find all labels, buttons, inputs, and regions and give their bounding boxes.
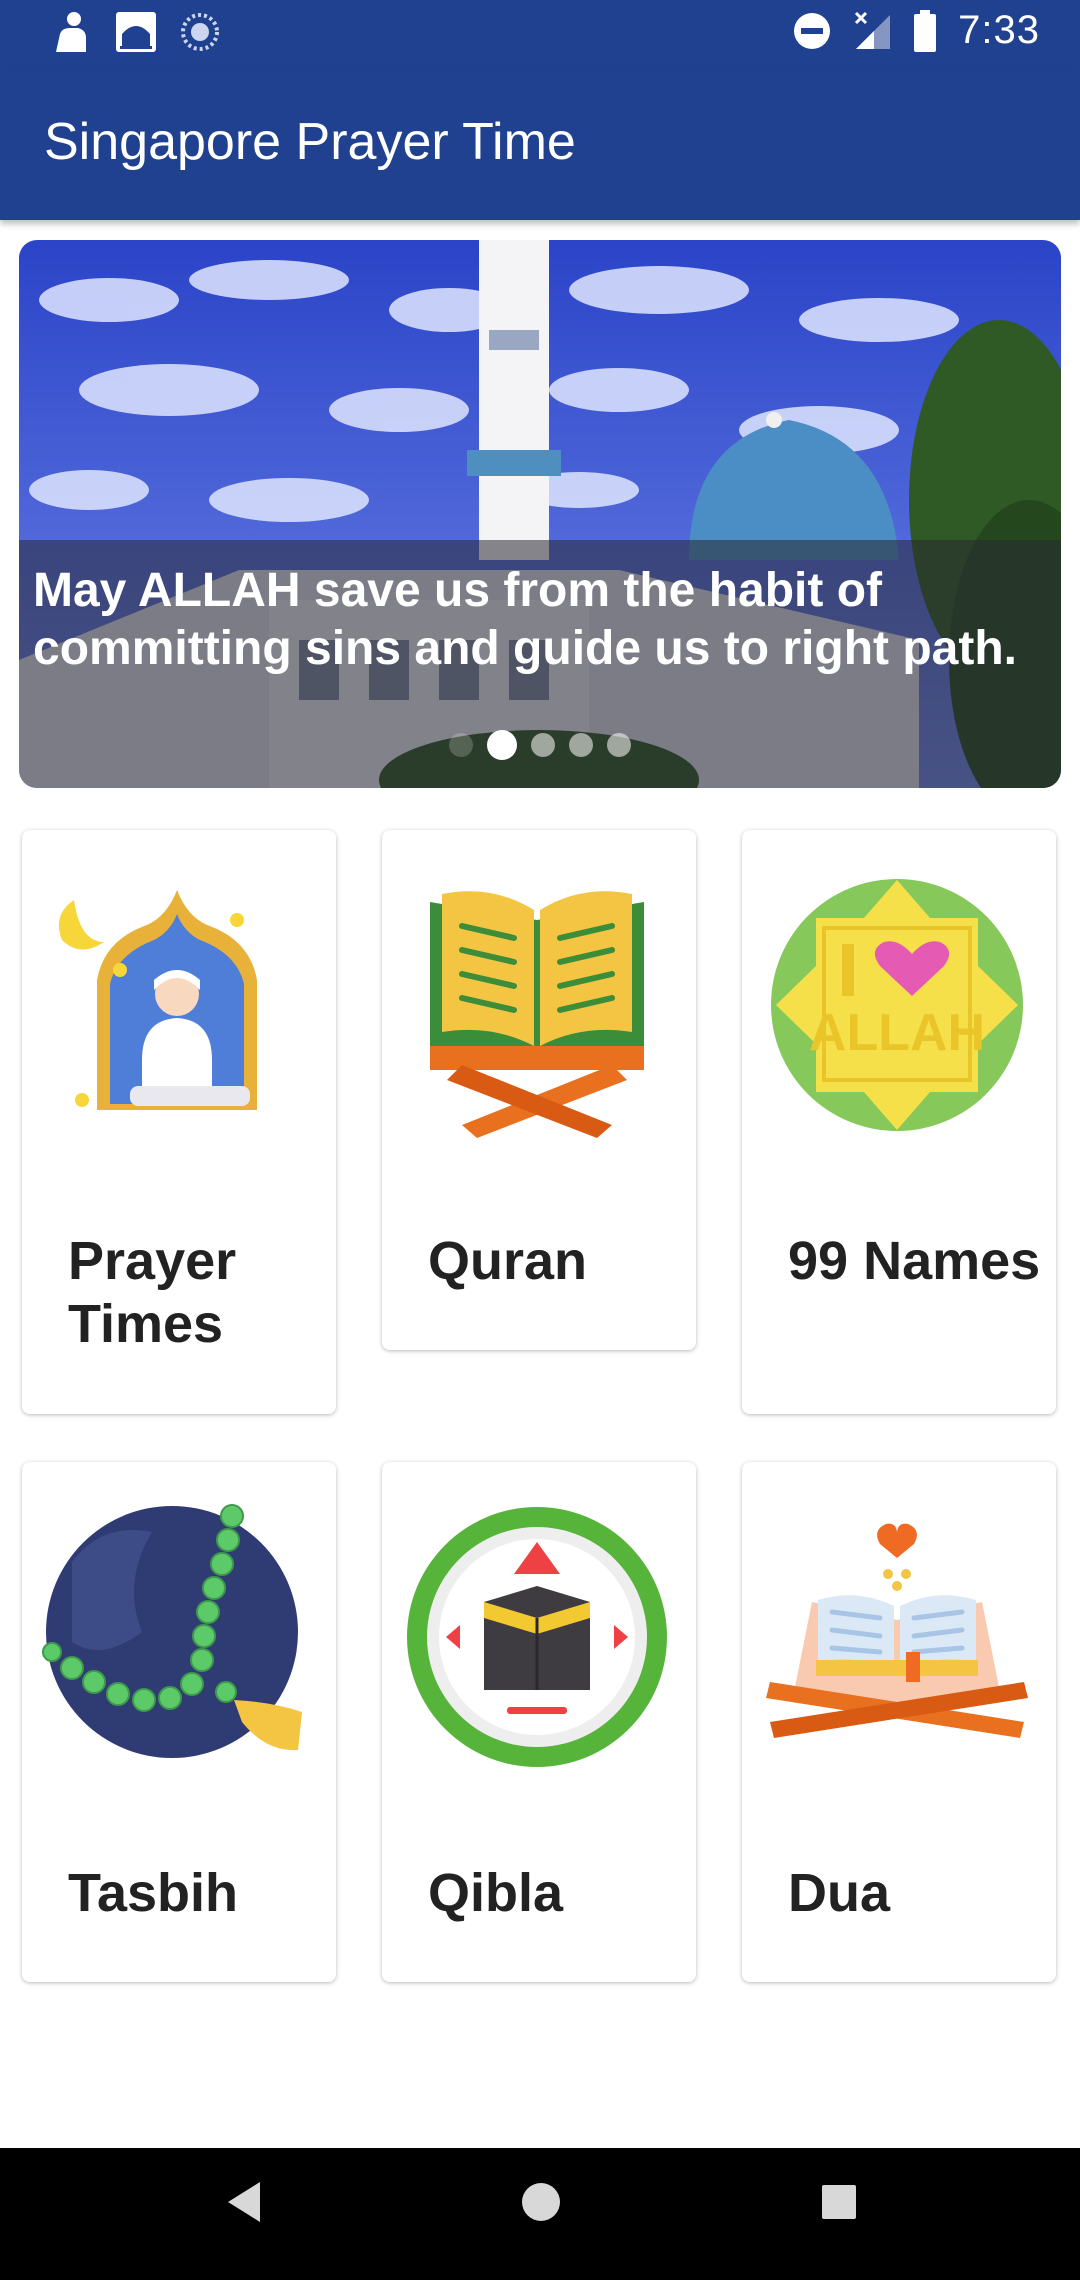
app-bar: Singapore Prayer Time [0,68,1080,220]
carousel-dot-active[interactable] [487,730,517,760]
allah-names-icon: ALLAH [771,879,1023,1131]
prayer-icon [58,890,257,1110]
card-label: Dua [788,1863,891,1923]
system-nav-bar [0,2148,1080,2280]
card-label: Tasbih [68,1863,239,1923]
tasbih-icon [42,1504,302,1758]
banner-caption: May ALLAH save us from the habit of comm… [33,564,1017,675]
card-99-names[interactable]: ALLAH 99 Names [742,830,1056,1414]
mosque-icon [116,12,156,52]
card-quran[interactable]: Quran [382,830,696,1350]
carousel-dot[interactable] [607,733,631,757]
qibla-compass-icon [407,1507,667,1767]
card-label: 99 Names [788,1231,1041,1291]
card-qibla[interactable]: Qibla [382,1462,696,1982]
sync-icon [181,13,219,51]
svg-text:ALLAH: ALLAH [809,1004,985,1062]
back-icon[interactable] [222,2178,266,2226]
carousel-dot[interactable] [449,733,473,757]
home-icon[interactable] [519,2178,563,2226]
recents-icon[interactable] [817,2178,861,2226]
quran-icon [430,891,644,1138]
card-tasbih[interactable]: Tasbih [22,1462,336,1982]
status-bar: 7:33 [0,0,1080,68]
card-label: Qibla [428,1863,564,1923]
battery-icon [914,9,937,52]
carousel-dot[interactable] [569,733,593,757]
card-label: Quran [428,1231,588,1291]
status-time: 7:33 [958,8,1040,52]
carousel-indicator [19,730,1061,760]
card-dua[interactable]: Dua [742,1462,1056,1982]
signal-icon [855,11,891,49]
card-prayer-times[interactable]: Prayer Times [22,830,336,1414]
app-title: Singapore Prayer Time [44,113,576,171]
dua-book-icon [766,1523,1028,1738]
banner-carousel[interactable]: May ALLAH save us from the habit of comm… [19,240,1061,788]
carousel-dot[interactable] [531,733,555,757]
person-icon [56,12,86,52]
card-label: Prayer Times [68,1231,237,1354]
dnd-icon [794,12,831,49]
